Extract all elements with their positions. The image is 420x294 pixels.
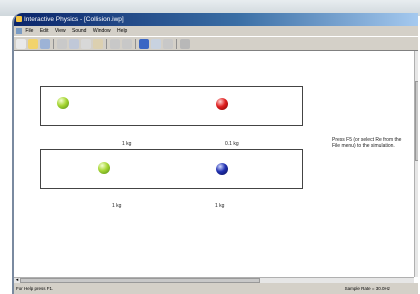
title-bar: Interactive Physics - [Collision.iwp]: [14, 13, 418, 26]
green-ball[interactable]: [98, 162, 110, 174]
help-icon[interactable]: [163, 39, 173, 49]
application-window: Interactive Physics - [Collision.iwp] Fi…: [12, 13, 418, 294]
collision-panel-2: [40, 149, 303, 189]
print-icon[interactable]: [57, 39, 67, 49]
menu-view[interactable]: View: [55, 26, 66, 36]
open-icon[interactable]: [28, 39, 38, 49]
grid-icon[interactable]: [180, 39, 190, 49]
toolbar-separator: [176, 39, 177, 49]
menu-sound[interactable]: Sound: [72, 26, 86, 36]
app-icon: [16, 16, 22, 22]
mass-label-green-2: 1 kg: [112, 203, 122, 209]
status-help-text: For Help press F1.: [16, 286, 54, 291]
menu-help[interactable]: Help: [117, 26, 127, 36]
status-sample-rate: Sample Rate = 30.0Hz: [344, 286, 390, 291]
document-icon[interactable]: [16, 27, 22, 34]
status-bar: For Help press F1. Sample Rate = 30.0Hz: [14, 283, 418, 294]
vertical-scrollbar[interactable]: [414, 51, 418, 277]
menu-edit[interactable]: Edit: [40, 26, 49, 36]
run-icon[interactable]: [139, 39, 149, 49]
paste-icon[interactable]: [93, 39, 103, 49]
new-icon[interactable]: [16, 39, 26, 49]
toolbar-separator: [135, 39, 136, 49]
toolbar-separator: [106, 39, 107, 49]
simulation-workspace: 1 kg 0.1 kg 1 kg 1 kg Press F5 (or selec…: [14, 51, 414, 277]
mass-label-red: 0.1 kg: [225, 141, 239, 147]
redo-icon[interactable]: [122, 39, 132, 49]
window-title: Interactive Physics - [Collision.iwp]: [24, 16, 124, 23]
menu-bar: File Edit View Sound Window Help: [14, 26, 418, 36]
red-ball[interactable]: [216, 98, 228, 110]
green-ball[interactable]: [57, 97, 69, 109]
undo-icon[interactable]: [110, 39, 120, 49]
menu-file[interactable]: File: [25, 26, 33, 36]
toolbar-separator: [53, 39, 54, 49]
mass-label-blue: 1 kg: [215, 203, 225, 209]
collision-panel-1: [40, 86, 303, 126]
menu-window[interactable]: Window: [93, 26, 111, 36]
copy-icon[interactable]: [81, 39, 91, 49]
vertical-scroll-thumb[interactable]: [415, 81, 418, 161]
instruction-text: Press F5 (or select Re from the File men…: [332, 137, 402, 149]
blue-ball[interactable]: [216, 163, 228, 175]
mass-label-green-1: 1 kg: [122, 141, 132, 147]
toolbar: [14, 36, 418, 51]
cut-icon[interactable]: [69, 39, 79, 49]
chart-icon[interactable]: [151, 39, 161, 49]
save-icon[interactable]: [40, 39, 50, 49]
